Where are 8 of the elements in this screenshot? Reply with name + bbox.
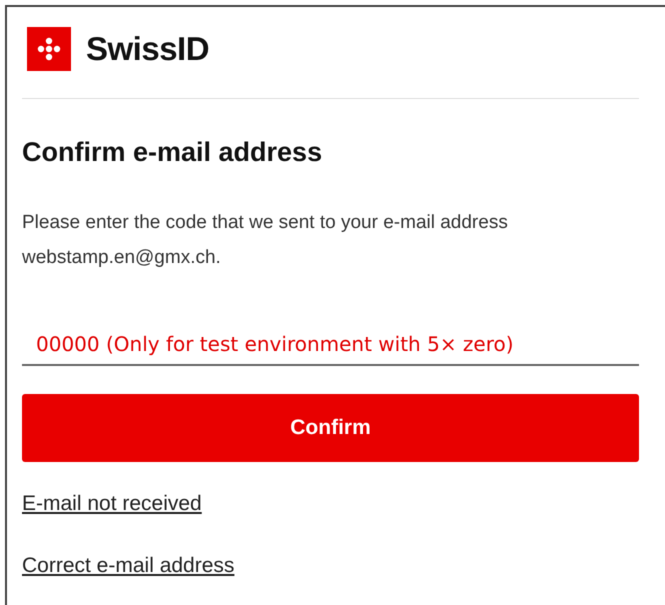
instruction-text: Please enter the code that we sent to your e-mail address webstamp.en@gmx.ch. xyxy=(22,211,509,270)
brand-name: SwissID xyxy=(86,30,210,68)
text-link[interactable]: E-mail not received xyxy=(22,492,202,516)
text-link[interactable]: Correct e-mail address xyxy=(22,554,234,578)
code-field[interactable]: 00000 (Only for test environment with 5× zero) xyxy=(22,328,639,366)
logo-icon xyxy=(27,27,71,71)
confirm-button[interactable]: Confirm xyxy=(22,394,639,462)
page-heading: Confirm e-mail address xyxy=(22,136,324,169)
